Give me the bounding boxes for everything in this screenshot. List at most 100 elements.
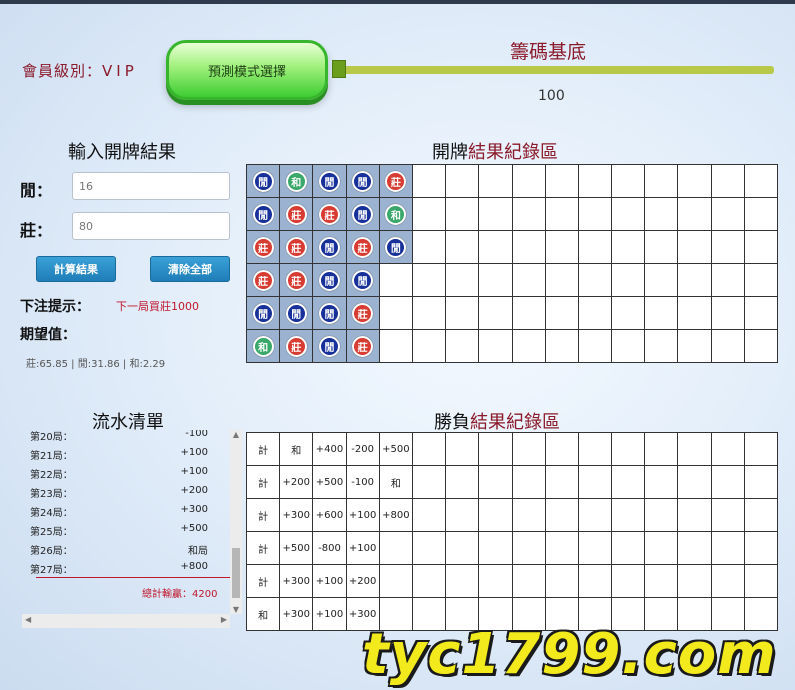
results-row: 閒和閒閒莊 bbox=[245, 164, 779, 198]
result-chip: 莊 bbox=[385, 170, 407, 192]
results-row: 和莊閒莊 bbox=[245, 329, 779, 363]
banker-input[interactable] bbox=[72, 212, 230, 240]
ledger-round-label: 第23局： bbox=[30, 489, 73, 500]
winloss-cell bbox=[544, 465, 579, 499]
winloss-cell bbox=[511, 564, 546, 598]
site-watermark: tyc1799.com bbox=[362, 622, 777, 687]
winloss-cell bbox=[577, 498, 613, 532]
winloss-cell: +500 bbox=[378, 432, 413, 466]
results-cell bbox=[677, 296, 712, 330]
winloss-cell bbox=[478, 465, 513, 499]
scroll-down-icon[interactable]: ▼ bbox=[230, 605, 242, 614]
result-chip: 閒 bbox=[318, 335, 340, 357]
results-cell: 閒 bbox=[312, 230, 347, 264]
winloss-board-title: 勝負結果紀錄區 bbox=[434, 412, 560, 433]
result-chip: 閒 bbox=[352, 203, 374, 225]
chip-base-slider[interactable] bbox=[332, 66, 774, 74]
results-cell bbox=[743, 296, 779, 330]
results-cell bbox=[710, 164, 745, 198]
winloss-cell bbox=[378, 564, 413, 598]
winloss-cell bbox=[411, 564, 447, 598]
results-cell bbox=[611, 329, 646, 363]
winloss-cell: -100 bbox=[345, 465, 380, 499]
winloss-cell: +500 bbox=[312, 465, 347, 499]
winloss-cell bbox=[411, 498, 447, 532]
result-chip: 莊 bbox=[318, 203, 340, 225]
results-cell bbox=[445, 164, 480, 198]
winloss-cell bbox=[577, 531, 613, 565]
scroll-right-icon[interactable]: ▶ bbox=[221, 615, 227, 624]
results-cell: 莊 bbox=[345, 230, 380, 264]
clear-all-button[interactable]: 清除全部 bbox=[150, 256, 230, 282]
winloss-cell bbox=[644, 465, 679, 499]
results-cell bbox=[511, 296, 546, 330]
result-chip: 莊 bbox=[285, 236, 307, 258]
winloss-cell bbox=[710, 531, 745, 565]
winloss-cell: +300 bbox=[279, 564, 314, 598]
winloss-cell bbox=[378, 531, 413, 565]
ledger-scroll-thumb[interactable] bbox=[232, 548, 240, 598]
winloss-cell: 和 bbox=[245, 597, 281, 631]
results-row: 莊莊閒莊閒 bbox=[245, 230, 779, 264]
winloss-cell bbox=[743, 432, 779, 466]
results-cell: 莊 bbox=[279, 197, 314, 231]
results-cell bbox=[445, 197, 480, 231]
results-cell bbox=[411, 263, 447, 297]
ledger-round-label: 第24局： bbox=[30, 508, 73, 519]
ledger-round-value: +200 bbox=[180, 485, 208, 496]
winloss-cell bbox=[710, 564, 745, 598]
results-cell bbox=[677, 230, 712, 264]
ledger-vertical-scrollbar[interactable]: ▲ ▼ bbox=[230, 430, 242, 614]
member-level-value: VIP bbox=[102, 62, 138, 80]
results-cell bbox=[677, 329, 712, 363]
results-cell bbox=[677, 263, 712, 297]
winloss-cell bbox=[743, 498, 779, 532]
player-input[interactable] bbox=[72, 172, 230, 200]
calculate-button[interactable]: 計算結果 bbox=[36, 256, 116, 282]
results-cell: 閒 bbox=[245, 164, 281, 198]
winloss-cell bbox=[478, 432, 513, 466]
results-cell bbox=[577, 197, 613, 231]
winloss-cell: +200 bbox=[279, 465, 314, 499]
prediction-mode-button[interactable]: 預測模式選擇 bbox=[166, 40, 328, 100]
results-cell: 莊 bbox=[312, 197, 347, 231]
ledger-row: 第26局： 和局 bbox=[30, 542, 228, 561]
result-chip: 閒 bbox=[352, 269, 374, 291]
chip-base-slider-handle[interactable] bbox=[332, 60, 346, 78]
ledger-total: 總計輸贏：4200 bbox=[142, 589, 218, 600]
results-cell bbox=[611, 164, 646, 198]
results-cell: 閒 bbox=[312, 164, 347, 198]
winloss-cell bbox=[677, 432, 712, 466]
winloss-row: 計 +300 +100 +200 bbox=[245, 564, 779, 598]
scroll-left-icon[interactable]: ◀ bbox=[25, 615, 31, 624]
results-cell bbox=[743, 263, 779, 297]
results-cell: 閒 bbox=[378, 230, 413, 264]
winloss-cell: +600 bbox=[312, 498, 347, 532]
results-cell: 閒 bbox=[345, 164, 380, 198]
winloss-cell bbox=[644, 531, 679, 565]
winloss-cell: +100 bbox=[345, 498, 380, 532]
results-cell bbox=[644, 197, 679, 231]
scroll-up-icon[interactable]: ▲ bbox=[230, 430, 242, 439]
ledger-round-value: -100 bbox=[185, 430, 208, 439]
winloss-cell: +100 bbox=[345, 531, 380, 565]
results-cell bbox=[511, 164, 546, 198]
results-cell: 莊 bbox=[345, 329, 380, 363]
winloss-cell bbox=[511, 531, 546, 565]
ledger-round-label: 第25局： bbox=[30, 527, 73, 538]
ledger-row: 第25局： +500 bbox=[30, 523, 228, 542]
winloss-row: 計 +200 +500 -100 和 bbox=[245, 465, 779, 499]
winloss-cell bbox=[445, 498, 480, 532]
results-cell bbox=[411, 197, 447, 231]
results-cell bbox=[710, 296, 745, 330]
ledger-horizontal-scrollbar[interactable]: ◀ ▶ bbox=[22, 614, 230, 628]
winloss-cell bbox=[577, 432, 613, 466]
ledger-round-value: 和局 bbox=[188, 546, 208, 557]
results-cell bbox=[710, 230, 745, 264]
winloss-cell: +300 bbox=[279, 498, 314, 532]
results-cell bbox=[445, 263, 480, 297]
results-cell: 莊 bbox=[245, 230, 281, 264]
results-cell: 莊 bbox=[245, 263, 281, 297]
results-cell bbox=[378, 296, 413, 330]
results-cell bbox=[544, 164, 579, 198]
